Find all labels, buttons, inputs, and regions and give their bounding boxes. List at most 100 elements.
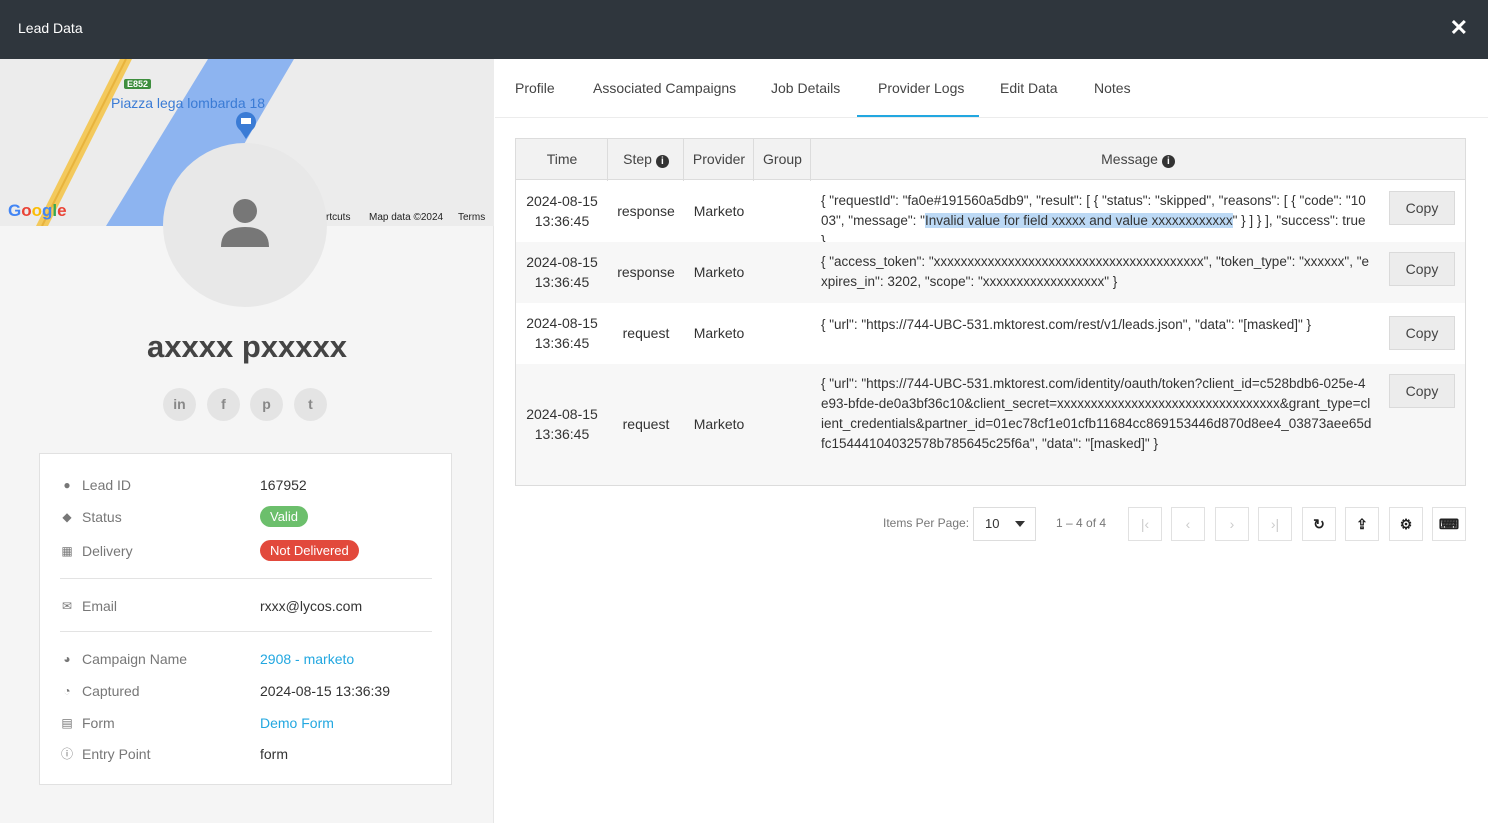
map-place-label: Piazza lega lombarda 18 <box>111 95 266 111</box>
copy-button[interactable]: Copy <box>1389 316 1455 350</box>
provider-cell: Marketo <box>693 203 745 219</box>
tab-associated-campaigns[interactable]: Associated Campaigns <box>593 80 736 96</box>
captured-row: ◔ Captured 2024-08-15 13:36:39 <box>60 680 432 704</box>
person-icon: ● <box>63 478 71 492</box>
message-cell[interactable]: { "url": "https://744-UBC-531.mktorest.c… <box>821 315 1373 335</box>
campaign-link[interactable]: 2908 - marketo <box>260 651 354 667</box>
delivery-badge: Not Delivered <box>260 540 359 561</box>
status-row: ◆ Status Valid <box>60 506 432 530</box>
campaign-row: ◕ Campaign Name 2908 - marketo <box>60 648 432 672</box>
entry-point-value: form <box>260 746 288 762</box>
copy-button[interactable]: Copy <box>1389 374 1455 408</box>
first-page-button[interactable]: |‹ <box>1128 507 1162 541</box>
date-text: 2024-08-15 <box>526 254 598 270</box>
message-cell[interactable]: { "access_token": "xxxxxxxxxxxxxxxxxxxxx… <box>821 252 1373 292</box>
delivery-icon: ▦ <box>61 544 73 558</box>
email-value: rxxx@lycos.com <box>260 598 363 614</box>
pinterest-icon[interactable]: p <box>250 388 283 421</box>
campaign-label: Campaign Name <box>82 651 188 667</box>
twitter-icon[interactable]: t <box>294 388 327 421</box>
form-icon: ▤ <box>61 716 73 730</box>
selected-message-text: Invalid value for field xxxxx and value … <box>924 213 1233 228</box>
copy-button[interactable]: Copy <box>1389 191 1455 225</box>
captured-label: Captured <box>82 683 140 699</box>
info-icon[interactable]: i <box>655 155 669 168</box>
status-badge: Valid <box>260 506 308 527</box>
items-per-page-label: Items Per Page: <box>883 516 970 530</box>
table-row: 2024-08-15 13:36:45 request Marketo { "ur… <box>516 364 1465 485</box>
lead-profile-panel: E852 Piazza lega lombarda 18 Google rtcu… <box>0 59 494 823</box>
map-terms-link[interactable]: Terms <box>458 212 485 223</box>
items-per-page-select[interactable]: 10 <box>973 507 1036 541</box>
column-header-step[interactable]: Step i <box>608 139 684 180</box>
facebook-icon[interactable]: f <box>207 388 240 421</box>
tag-icon: ◆ <box>62 510 72 524</box>
lead-id-label: Lead ID <box>82 477 132 493</box>
campaign-icon: ◕ <box>63 652 71 666</box>
gear-icon[interactable]: ⚙ <box>1389 507 1423 541</box>
tab-notes[interactable]: Notes <box>1094 80 1131 96</box>
cloud-download-icon[interactable]: ⇪ <box>1345 507 1379 541</box>
keyboard-icon[interactable]: ⌨ <box>1432 507 1466 541</box>
lead-id-value: 167952 <box>260 477 307 493</box>
table-row: 2024-08-15 13:36:45 request Marketo { "ur… <box>516 303 1465 364</box>
divider <box>60 631 432 632</box>
date-text: 2024-08-15 <box>526 406 598 422</box>
provider-cell: Marketo <box>693 264 745 280</box>
time-cell: 2024-08-15 13:36:45 <box>516 404 608 444</box>
chevron-down-icon <box>1015 521 1025 527</box>
lead-details-card: ● Lead ID 167952 ◆ Status Valid ▦ Delive… <box>39 453 452 785</box>
tab-provider-logs[interactable]: Provider Logs <box>878 80 964 96</box>
delivery-label: Delivery <box>82 543 133 559</box>
time-cell: 2024-08-15 13:36:45 <box>516 252 608 292</box>
step-cell: response <box>617 264 675 280</box>
divider <box>60 578 432 579</box>
title-bar: Lead Data ✕ <box>0 0 1488 59</box>
lead-id-row: ● Lead ID 167952 <box>60 474 432 498</box>
google-logo: Google <box>8 201 67 221</box>
previous-page-button[interactable]: ‹ <box>1171 507 1205 541</box>
message-cell[interactable]: { "url": "https://744-UBC-531.mktorest.c… <box>821 374 1373 454</box>
provider-cell: Marketo <box>693 416 745 432</box>
info-icon[interactable]: i <box>1161 155 1175 168</box>
date-text: 2024-08-15 <box>526 315 598 331</box>
road-shield: E852 <box>124 79 152 89</box>
refresh-icon[interactable]: ↻ <box>1302 507 1336 541</box>
last-page-button[interactable]: ›| <box>1258 507 1292 541</box>
tab-bar: Profile Associated Campaigns Job Details… <box>495 59 1488 118</box>
close-icon[interactable]: ✕ <box>1450 16 1468 40</box>
tab-profile[interactable]: Profile <box>515 80 555 96</box>
time-text: 13:36:45 <box>534 274 590 290</box>
form-link[interactable]: Demo Form <box>260 715 334 731</box>
tab-edit-data[interactable]: Edit Data <box>1000 80 1058 96</box>
active-tab-indicator <box>857 115 979 117</box>
message-header-label: Message <box>1101 151 1158 167</box>
provider-cell: Marketo <box>693 325 745 341</box>
window-title: Lead Data <box>18 20 83 36</box>
entry-point-row: ⓘ Entry Point form <box>60 743 432 767</box>
clock-icon: ◔ <box>63 684 71 698</box>
google-letter: e <box>57 201 67 220</box>
entry-point-label: Entry Point <box>82 746 151 762</box>
map-data-label: Map data ©2024 <box>369 212 444 223</box>
captured-value: 2024-08-15 13:36:39 <box>260 683 390 699</box>
column-header-group[interactable]: Group <box>754 139 811 180</box>
envelope-icon: ✉ <box>61 599 73 613</box>
paginator: Items Per Page: 10 1 – 4 of 4 |‹ ‹ › ›| … <box>495 505 1488 541</box>
column-header-time[interactable]: Time <box>516 139 608 180</box>
linkedin-icon[interactable]: in <box>163 388 196 421</box>
time-cell: 2024-08-15 13:36:45 <box>516 313 608 353</box>
form-label: Form <box>82 715 115 731</box>
status-label: Status <box>82 509 122 525</box>
column-header-message[interactable]: Message i <box>811 139 1465 180</box>
time-text: 13:36:45 <box>534 335 590 351</box>
time-cell: 2024-08-15 13:36:45 <box>516 191 608 231</box>
copy-button[interactable]: Copy <box>1389 252 1455 286</box>
next-page-button[interactable]: › <box>1215 507 1249 541</box>
column-header-provider[interactable]: Provider <box>684 139 754 180</box>
map-shortcuts-link[interactable]: rtcuts <box>326 212 350 223</box>
google-letter: o <box>21 201 32 220</box>
lead-name: axxxx pxxxxx <box>147 329 347 364</box>
tab-job-details[interactable]: Job Details <box>771 80 840 96</box>
form-row: ▤ Form Demo Form <box>60 712 432 736</box>
